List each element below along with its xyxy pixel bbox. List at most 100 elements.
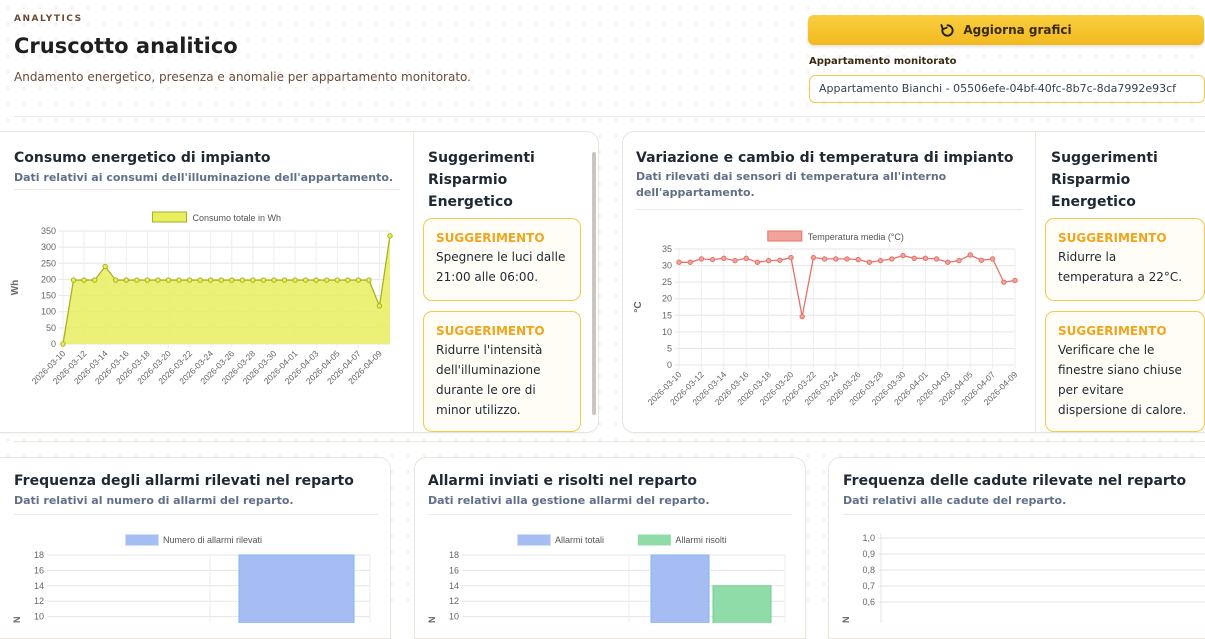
data-point	[281, 277, 288, 283]
data-point	[102, 263, 108, 270]
y-tick-label: 0	[51, 339, 56, 349]
legend-swatch	[517, 534, 551, 546]
data-point	[754, 259, 761, 265]
energy-tips-title-line: Energetico	[428, 194, 513, 210]
data-point	[743, 255, 749, 261]
y-tick-label: 14	[449, 581, 459, 591]
data-point	[186, 277, 193, 283]
data-point	[967, 252, 973, 258]
page-title: Cruscotto analitico	[14, 34, 238, 58]
y-tick-label: 5	[667, 343, 672, 353]
temperature-chart: Temperatura media (°C)05101520253035°C20…	[633, 230, 1020, 407]
y-tick-label: 12	[449, 596, 459, 606]
y-tick-label: 14	[34, 581, 44, 591]
y-tick-label: 0,8	[862, 565, 875, 575]
energy-card: Consumo energetico di impianto Dati rela…	[0, 131, 599, 433]
falls-card-subtitle: Dati relativi alle cadute del reparto.	[843, 494, 1067, 507]
data-point	[799, 313, 805, 320]
temperature-tips-title-line: Risparmio	[1051, 172, 1131, 188]
data-point	[866, 259, 873, 265]
tip-tag: SUGGERIMENTO	[436, 231, 545, 245]
page-subtitle: Andamento energetico, presenza e anomali…	[14, 70, 471, 84]
y-tick-label: 15	[662, 310, 672, 320]
data-point	[833, 256, 839, 262]
data-point	[765, 257, 772, 264]
temperature-tips-title-line: Suggerimenti	[1051, 150, 1158, 166]
y-axis-label: N	[427, 617, 437, 624]
y-tick-label: 25	[662, 277, 672, 287]
data-point	[366, 277, 372, 283]
energy-tips-title-line: Risparmio	[428, 172, 508, 188]
data-point	[313, 277, 319, 283]
y-tick-label: 10	[662, 327, 672, 337]
temperature-card: Variazione e cambio di temperatura di im…	[622, 131, 1205, 433]
page-header: ANALYTICS Cruscotto analitico Andamento …	[14, 14, 774, 84]
y-tick-label: 10	[449, 612, 459, 622]
data-point	[922, 255, 929, 261]
data-point	[989, 256, 996, 262]
y-tick-label: 35	[662, 244, 672, 254]
temperature-tips-title: Suggerimenti Risparmio Energetico	[1051, 147, 1158, 213]
tip-text: Verificare che le finestre siano chiuse …	[1058, 343, 1187, 417]
legend-label: Numero di allarmi rilevati	[163, 535, 262, 545]
data-point	[334, 277, 340, 283]
data-point	[945, 259, 951, 265]
energy-tip-card: SUGGERIMENTO Ridurre l'intensità dell'il…	[423, 311, 581, 432]
tip-tag: SUGGERIMENTO	[436, 324, 545, 338]
y-tick-label: 250	[41, 258, 56, 268]
y-tick-label: 12	[34, 596, 44, 606]
data-point	[229, 277, 235, 283]
refresh-charts-button[interactable]: Aggiorna grafici	[808, 15, 1204, 45]
data-point	[239, 277, 246, 283]
y-tick-label: 0,9	[862, 549, 875, 559]
alarms-sent-card-title: Allarmi inviati e risolti nel reparto	[428, 473, 697, 489]
legend-swatch	[152, 211, 187, 223]
y-tick-label: 150	[41, 291, 56, 301]
y-tick-label: 300	[41, 242, 56, 252]
temperature-card-subtitle: Dati rilevati dai sensori di temperatura…	[636, 170, 947, 199]
y-tick-label: 16	[34, 565, 44, 575]
divider	[428, 514, 792, 515]
divider	[1035, 132, 1036, 432]
y-tick-label: 18	[34, 550, 44, 560]
data-bar	[712, 585, 772, 623]
divider	[14, 441, 1205, 442]
tips-scrollbar[interactable]	[592, 152, 596, 415]
data-point	[855, 256, 861, 263]
tip-tag: SUGGERIMENTO	[1058, 324, 1167, 338]
data-point	[218, 277, 224, 283]
apartment-select[interactable]: Appartamento Bianchi - 05506efe-04bf-40f…	[809, 75, 1205, 103]
data-point	[302, 277, 309, 283]
refresh-label: Aggiorna grafici	[963, 23, 1072, 37]
data-point	[709, 256, 716, 263]
temperature-card-title: Variazione e cambio di temperatura di im…	[636, 150, 1014, 166]
refresh-icon	[940, 23, 954, 37]
y-tick-label: 30	[662, 261, 672, 271]
data-point	[260, 277, 267, 283]
data-point	[877, 257, 884, 264]
y-tick-label: 350	[41, 226, 56, 236]
data-point	[821, 256, 828, 262]
energy-card-title: Consumo energetico di impianto	[14, 150, 271, 166]
y-axis-label: N	[841, 617, 851, 624]
data-point	[387, 233, 393, 239]
falls-chart: 1,0 0,9 0,8 0,7 0,6 N	[841, 533, 1205, 624]
legend-label: Allarmi risolti	[675, 535, 726, 545]
y-axis-label: N	[12, 617, 22, 624]
falls-card-title: Frequenza delle cadute rilevate nel repa…	[843, 473, 1187, 489]
data-point	[1012, 277, 1018, 284]
alarms-card-title: Frequenza degli allarmi rilevati nel rep…	[14, 473, 354, 489]
data-point	[250, 277, 256, 283]
legend-label: Temperatura media (°C)	[808, 232, 904, 242]
data-point	[81, 277, 87, 283]
data-point	[900, 252, 906, 259]
alarms-card-subtitle: Dati relativi al numero di allarmi del r…	[14, 494, 294, 507]
data-point	[324, 277, 330, 283]
data-point	[721, 255, 727, 261]
alarms-sent-card-subtitle: Dati relativi alla gestione allarmi del …	[428, 494, 710, 507]
legend-label: Allarmi totali	[555, 535, 604, 545]
divider	[14, 189, 400, 190]
data-line	[679, 254, 1016, 317]
data-point	[91, 277, 98, 283]
y-tick-label: 18	[449, 550, 459, 560]
